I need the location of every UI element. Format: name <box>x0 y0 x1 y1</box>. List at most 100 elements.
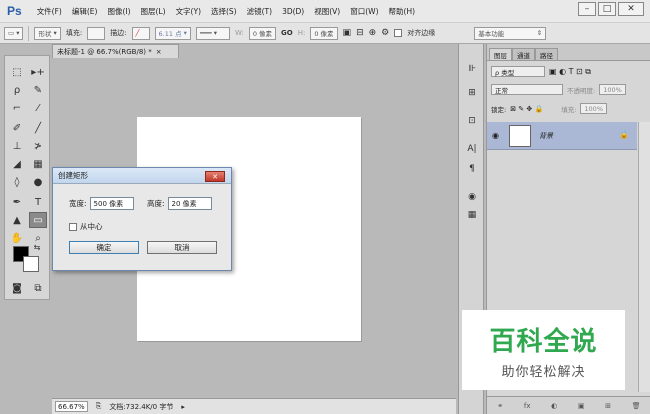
close-tab-icon[interactable]: × <box>156 48 162 56</box>
mask-icon[interactable]: ◐ <box>551 402 557 410</box>
stroke-width-input[interactable]: 6.11 点 ▾ <box>154 26 191 40</box>
path-operations-icon[interactable]: ▣ <box>343 28 352 38</box>
quick-select-tool-icon[interactable]: ✎ <box>29 82 47 98</box>
create-rectangle-dialog: 创建矩形 ✕ 宽度: 500 像素 高度: 20 像素 从中心 确定 取消 <box>52 167 232 271</box>
menu-edit[interactable]: 编辑(E) <box>67 6 103 17</box>
layer-row-background[interactable]: ◉ 背景 🔒 <box>487 122 637 150</box>
align-edges-checkbox[interactable] <box>394 29 403 37</box>
opacity-input[interactable]: 100% <box>599 84 626 95</box>
height-field[interactable]: 20 像素 <box>167 197 212 210</box>
eraser-tool-icon[interactable]: ◢ <box>8 156 26 172</box>
crop-tool-icon[interactable]: ⌐ <box>8 100 26 116</box>
new-group-icon[interactable]: ⊞ <box>605 402 611 410</box>
lasso-tool-icon[interactable]: ρ <box>8 82 26 98</box>
screen-mode-icon[interactable]: ⧉ <box>29 280 47 296</box>
rectangle-tool-icon[interactable]: ▭ <box>29 212 47 228</box>
tab-layers[interactable]: 图层 <box>489 48 512 60</box>
gradient-tool-icon[interactable]: ▦ <box>29 156 47 172</box>
hand-tool-icon[interactable]: ✋ <box>8 230 26 246</box>
app-logo: Ps <box>7 4 22 18</box>
kind-filter-select[interactable]: ρ 类型 <box>491 66 545 77</box>
blend-mode-select[interactable]: 正常 <box>491 84 563 95</box>
close-button[interactable]: ✕ <box>618 2 644 16</box>
workspace-select[interactable]: 基本功能 ⇕ <box>474 26 547 40</box>
quick-mask-icon[interactable]: ◙ <box>8 280 26 296</box>
zoom-level-input[interactable]: 66.67% <box>55 401 88 412</box>
pen-tool-icon[interactable]: ✒ <box>8 194 26 210</box>
adjustment-icon[interactable]: ▣ <box>578 402 585 410</box>
move-tool-icon[interactable]: ▸+ <box>29 64 47 80</box>
tab-channels[interactable]: 通道 <box>512 48 535 60</box>
document-title: 未标题-1 @ 66.7%(RGB/8) * <box>57 47 152 56</box>
minimize-button[interactable]: – <box>578 2 596 16</box>
dialog-title: 创建矩形 <box>58 171 88 180</box>
menu-type[interactable]: 文字(Y) <box>171 6 206 17</box>
menu-layer[interactable]: 图层(L) <box>136 6 171 17</box>
height-input[interactable]: 0 像素 <box>310 26 338 40</box>
menu-image[interactable]: 图像(I) <box>102 6 135 17</box>
path-arrangement-icon[interactable]: ⊕ <box>369 28 377 38</box>
fill-input[interactable]: 100% <box>580 103 607 114</box>
menu-window[interactable]: 窗口(W) <box>345 6 383 17</box>
width-input[interactable]: 0 像素 <box>248 26 277 40</box>
menu-bar: Ps 文件(F) 编辑(E) 图像(I) 图层(L) 文字(Y) 选择(S) 滤… <box>0 0 650 22</box>
trash-icon[interactable]: 🗑 <box>632 402 641 410</box>
fx-icon[interactable]: fx <box>524 402 531 410</box>
shape-mode-select[interactable]: 形状 ▾ <box>34 26 61 40</box>
paragraph-panel-icon[interactable]: ¶ <box>464 162 480 176</box>
lock-options-icon[interactable]: ⊠ ✎ ✥ 🔒 <box>510 105 543 113</box>
background-color-swatch[interactable] <box>23 256 39 272</box>
grid-panel-icon[interactable]: ▦ <box>464 208 480 222</box>
blur-tool-icon[interactable]: ◊ <box>8 174 26 190</box>
from-center-checkbox[interactable] <box>69 222 77 231</box>
restore-button[interactable]: □ <box>598 2 616 16</box>
menu-3d[interactable]: 3D(D) <box>277 7 309 16</box>
dialog-close-button[interactable]: ✕ <box>205 171 225 182</box>
lock-row: 锁定: ⊠ ✎ ✥ 🔒 填充: 100% <box>487 103 650 114</box>
marquee-tool-icon[interactable]: ⬚ <box>8 64 26 80</box>
path-alignment-icon[interactable]: ⊟ <box>356 28 364 38</box>
history-brush-icon[interactable]: ≯ <box>29 138 47 154</box>
stroke-width-value: 6.11 点 <box>158 30 182 38</box>
document-tab[interactable]: 未标题-1 @ 66.7%(RGB/8) * × <box>52 44 179 58</box>
tool-preset-picker[interactable]: ▭ ▾ <box>4 26 24 40</box>
status-bar: 66.67% ⎘ 文档:732.4K/0 字节 ▸ <box>52 398 456 414</box>
align-edges-label: 对齐边缘 <box>407 29 436 37</box>
properties-panel-icon[interactable]: ⊞ <box>464 86 480 100</box>
watermark: 百科全说 助你轻松解决 <box>462 310 625 390</box>
tab-paths[interactable]: 路径 <box>535 48 558 60</box>
menu-file[interactable]: 文件(F) <box>32 6 67 17</box>
history-panel-icon[interactable]: ⊪ <box>464 62 480 76</box>
menu-select[interactable]: 选择(S) <box>206 6 242 17</box>
stroke-swatch[interactable]: ╱ <box>131 26 150 40</box>
eye-icon[interactable]: ◉ <box>492 131 499 140</box>
link-icon[interactable]: GO <box>281 29 293 37</box>
3d-panel-icon[interactable]: ◉ <box>464 190 480 204</box>
menu-filter[interactable]: 滤镜(T) <box>242 6 277 17</box>
menu-view[interactable]: 视图(V) <box>309 6 345 17</box>
info-panel-icon[interactable]: ⊡ <box>464 114 480 128</box>
healing-brush-icon[interactable]: ✐ <box>8 120 26 136</box>
link-layers-icon[interactable]: ⚭ <box>497 402 503 410</box>
brush-tool-icon[interactable]: ╱ <box>29 120 47 136</box>
export-icon[interactable]: ⎘ <box>96 402 102 411</box>
separator <box>28 25 30 41</box>
stroke-type-select[interactable]: ━━━ ▾ <box>195 26 230 40</box>
pixel-filter-icon[interactable]: ▣ ◐ T ⊡ ⧉ <box>549 67 591 77</box>
cancel-button[interactable]: 取消 <box>147 241 217 254</box>
menu-help[interactable]: 帮助(H) <box>384 6 421 17</box>
info-menu-arrow-icon[interactable]: ▸ <box>181 403 185 411</box>
path-select-icon[interactable]: ▲ <box>8 212 26 228</box>
ok-button[interactable]: 确定 <box>69 241 139 254</box>
layers-scrollbar[interactable] <box>638 122 650 392</box>
fill-swatch[interactable] <box>87 26 106 40</box>
clone-stamp-icon[interactable]: ⊥ <box>8 138 26 154</box>
type-tool-icon[interactable]: T <box>29 194 47 210</box>
character-panel-icon[interactable]: A| <box>464 142 480 156</box>
gear-icon[interactable]: ⚙ <box>381 28 389 38</box>
swap-colors-icon[interactable]: ⇆ <box>31 242 43 252</box>
width-field[interactable]: 500 像素 <box>89 197 134 210</box>
height-label: H: <box>297 29 306 37</box>
eyedropper-tool-icon[interactable]: ⁄ <box>29 100 47 116</box>
dodge-tool-icon[interactable]: ● <box>29 174 47 190</box>
